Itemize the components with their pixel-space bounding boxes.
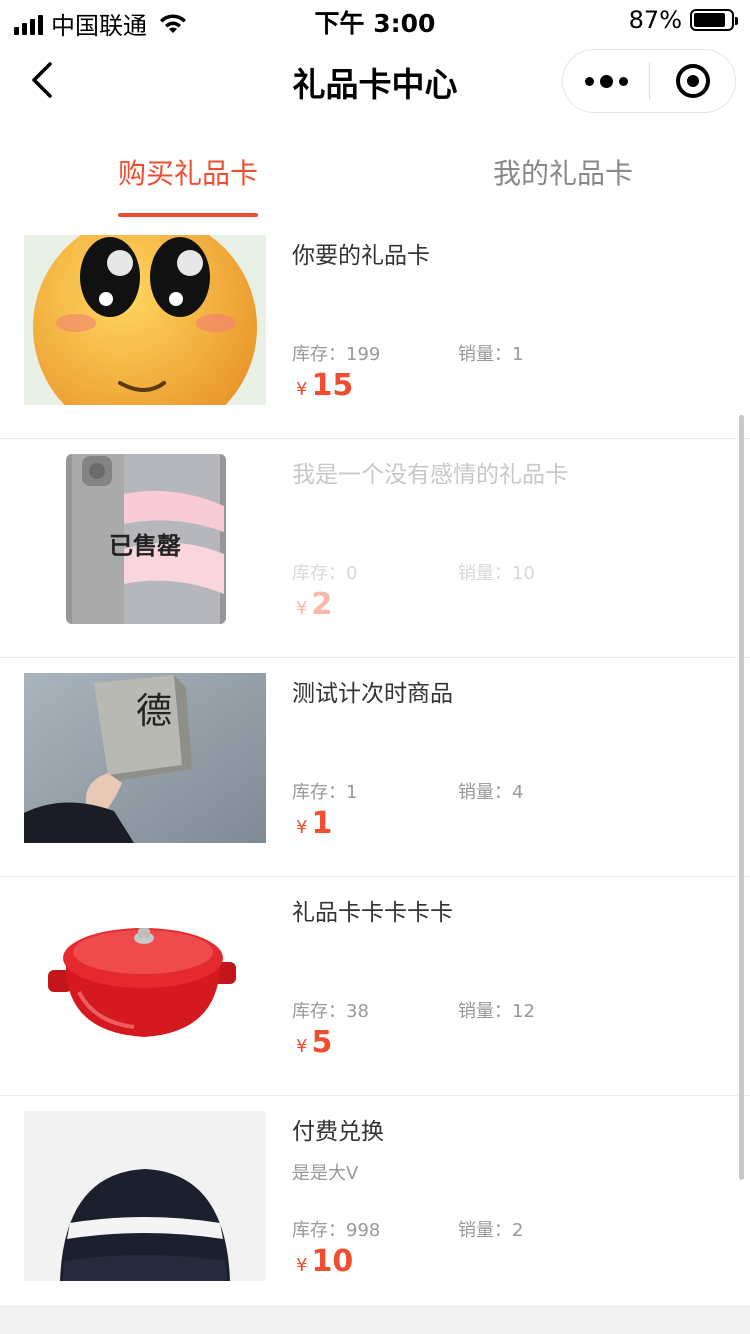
stock-value: 199	[346, 344, 381, 365]
pot-image	[24, 892, 266, 1062]
item-price: ¥15	[296, 368, 353, 403]
item-name: 你要的礼品卡	[292, 243, 430, 269]
currency-symbol: ¥	[296, 379, 308, 400]
item-price: ¥5	[296, 1025, 332, 1060]
item-sold: 销量：2	[458, 1216, 523, 1242]
sold-value: 12	[512, 1001, 535, 1022]
item-sold: 销量：4	[458, 778, 523, 804]
item-price: ¥1	[296, 806, 332, 841]
item-stock: 库存：38	[292, 997, 369, 1023]
stock-label: 库存：	[292, 563, 346, 584]
stock-value: 38	[346, 1001, 369, 1022]
active-tab-indicator	[118, 213, 258, 217]
status-right: 87%	[628, 6, 738, 34]
target-icon	[675, 64, 710, 98]
stock-label: 库存：	[292, 1220, 346, 1241]
status-bar: 中国联通 下午 3:00 87%	[0, 0, 750, 40]
item-sold: 销量：10	[458, 559, 535, 585]
list-item[interactable]: 你要的礼品卡 库存：199 销量：1 ¥15	[0, 220, 750, 439]
battery-icon	[690, 9, 738, 31]
list-item[interactable]: 付费兑换 是是大V 库存：998 销量：2 ¥10	[0, 1096, 750, 1306]
item-price: ¥10	[296, 1244, 353, 1279]
tab-my-gift-cards[interactable]: 我的礼品卡	[493, 152, 633, 192]
product-image	[24, 892, 266, 1062]
stock-label: 库存：	[292, 1001, 346, 1022]
item-subtitle: 是是大V	[292, 1163, 359, 1184]
brick-text: 德	[136, 691, 172, 732]
stock-label: 库存：	[292, 344, 346, 365]
product-image: 已售罄	[24, 454, 266, 624]
item-name: 我是一个没有感情的礼品卡	[292, 462, 568, 488]
sold-label: 销量：	[458, 782, 512, 803]
list-item[interactable]: 礼品卡卡卡卡卡 库存：38 销量：12 ¥5	[0, 877, 750, 1096]
product-image: 德	[24, 673, 266, 843]
currency-symbol: ¥	[296, 1036, 308, 1057]
stock-label: 库存：	[292, 782, 346, 803]
close-button[interactable]	[650, 64, 735, 98]
price-value: 5	[311, 1025, 333, 1060]
sold-label: 销量：	[458, 344, 512, 365]
emoji-image	[24, 235, 266, 405]
price-value: 10	[311, 1244, 354, 1279]
nav-bar: 礼品卡中心	[0, 40, 750, 124]
tab-bar: 购买礼品卡 我的礼品卡	[0, 124, 750, 220]
sold-label: 销量：	[458, 1001, 512, 1022]
more-icon	[584, 76, 594, 86]
sold-out-badge: 已售罄	[109, 532, 181, 560]
sold-label: 销量：	[458, 1220, 512, 1241]
list-item[interactable]: 德 测试计次时商品 库存：1 销量：4 ¥1	[0, 658, 750, 877]
product-image	[24, 235, 266, 405]
product-image	[24, 1111, 266, 1281]
item-stock: 库存：1	[292, 778, 357, 804]
sold-value: 1	[512, 344, 524, 365]
sold-value: 2	[512, 1220, 524, 1241]
price-value: 2	[311, 587, 333, 622]
list-item[interactable]: 已售罄 我是一个没有感情的礼品卡 库存：0 销量：10 ¥2	[0, 439, 750, 658]
item-stock: 库存：998	[292, 1216, 380, 1242]
tab-buy-gift-card[interactable]: 购买礼品卡	[118, 152, 258, 192]
sold-value: 10	[512, 563, 535, 584]
sold-label: 销量：	[458, 563, 512, 584]
more-button[interactable]	[563, 50, 649, 112]
bottom-bar	[0, 1306, 750, 1334]
stock-value: 0	[346, 563, 358, 584]
battery-percent: 87%	[628, 6, 682, 34]
scrollbar[interactable]	[739, 415, 744, 1180]
gift-card-list[interactable]: 你要的礼品卡 库存：199 销量：1 ¥15 已售罄 我是一个没有感情的礼品卡 …	[0, 220, 750, 1306]
sold-value: 4	[512, 782, 524, 803]
stock-value: 1	[346, 782, 358, 803]
price-value: 15	[311, 368, 354, 403]
item-sold: 销量：1	[458, 340, 523, 366]
price-value: 1	[311, 806, 333, 841]
item-stock: 库存：199	[292, 340, 380, 366]
stock-value: 998	[346, 1220, 381, 1241]
item-price: ¥2	[296, 587, 332, 622]
miniprogram-capsule	[562, 49, 736, 113]
brick-image: 德	[24, 673, 266, 843]
item-name: 付费兑换	[292, 1119, 384, 1145]
beanie-image	[24, 1111, 266, 1281]
item-sold: 销量：12	[458, 997, 535, 1023]
currency-symbol: ¥	[296, 1255, 308, 1276]
currency-symbol: ¥	[296, 598, 308, 619]
item-name: 测试计次时商品	[292, 681, 453, 707]
item-name: 礼品卡卡卡卡卡	[292, 900, 453, 926]
item-stock: 库存：0	[292, 559, 357, 585]
currency-symbol: ¥	[296, 817, 308, 838]
